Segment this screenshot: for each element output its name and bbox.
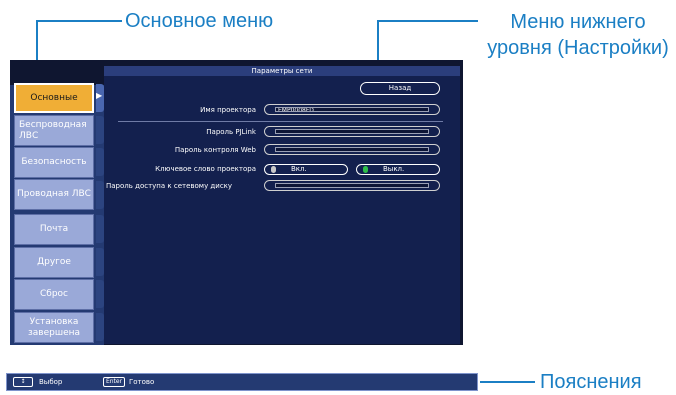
callout-main-menu: Основное меню xyxy=(125,10,274,32)
callout-help-line xyxy=(480,381,535,383)
keyword-off-label: Выкл. xyxy=(383,165,405,173)
projector-name-input[interactable]: EMP0008FD xyxy=(275,107,429,112)
sidebar-item-wired-lan[interactable]: Проводная ЛВС xyxy=(14,179,94,210)
web-password-field[interactable] xyxy=(264,144,440,155)
keyword-on-radio[interactable]: Вкл. xyxy=(264,164,348,175)
back-button[interactable]: Назад xyxy=(360,82,440,95)
callout-submenu: Меню нижнего уровня (Настройки) xyxy=(483,9,673,61)
callout-submenu-line xyxy=(377,20,478,22)
arrow-right-icon: ▶ xyxy=(96,91,103,100)
sidebar-tab xyxy=(96,313,104,341)
select-hint: Выбор xyxy=(39,378,63,386)
callout-main-menu-line xyxy=(36,20,122,22)
sidebar-item-basic[interactable]: Основные xyxy=(14,83,94,113)
projector-keyword-label: Ключевое слово проектора xyxy=(155,165,256,173)
window-title: Параметры сети xyxy=(251,67,313,75)
sidebar-tab xyxy=(96,215,104,243)
sidebar-tab xyxy=(96,148,104,176)
sidebar-item-other[interactable]: Другое xyxy=(14,247,94,278)
callout-help: Пояснения xyxy=(540,371,642,393)
sidebar-tab xyxy=(96,248,104,276)
up-down-arrow-icon: ↕ xyxy=(13,377,33,387)
keyword-off-radio[interactable]: Выкл. xyxy=(356,164,440,175)
sidebar-item-wireless-lan[interactable]: Беспроводная ЛВС xyxy=(14,115,94,146)
network-drive-password-input[interactable] xyxy=(275,183,429,188)
radio-selected-indicator-icon xyxy=(363,166,368,173)
help-bar: ↕ Выбор Enter Готово xyxy=(6,373,478,391)
sidebar-item-mail[interactable]: Почта xyxy=(14,214,94,245)
projector-name-label: Имя проектора xyxy=(200,106,256,114)
sidebar-tab xyxy=(96,181,104,209)
sidebar-item-setup-complete[interactable]: Установка завершена xyxy=(14,312,94,343)
web-password-input[interactable] xyxy=(275,147,429,152)
enter-key-icon: Enter xyxy=(103,377,125,387)
callout-submenu-line-v xyxy=(377,20,379,60)
web-password-label: Пароль контроля Web xyxy=(174,146,256,154)
pjlink-password-field[interactable] xyxy=(264,126,440,137)
projector-name-field[interactable]: EMP0008FD xyxy=(264,104,440,115)
keyword-on-label: Вкл. xyxy=(291,165,307,173)
callout-submenu-text: Меню нижнего уровня (Настройки) xyxy=(487,11,669,59)
sidebar-tab xyxy=(96,280,104,308)
pjlink-password-input[interactable] xyxy=(275,129,429,134)
network-drive-password-label: Пароль доступа к сетевому диску xyxy=(106,182,233,190)
network-drive-password-field[interactable] xyxy=(264,180,440,191)
sidebar-item-security[interactable]: Безопасность xyxy=(14,147,94,178)
sidebar-tab xyxy=(96,116,104,144)
radio-off-indicator-icon xyxy=(271,166,276,173)
sidebar-item-reset[interactable]: Сброс xyxy=(14,279,94,310)
enter-hint: Готово xyxy=(129,378,155,386)
divider xyxy=(118,121,443,122)
pjlink-password-label: Пароль PJLink xyxy=(206,128,256,136)
